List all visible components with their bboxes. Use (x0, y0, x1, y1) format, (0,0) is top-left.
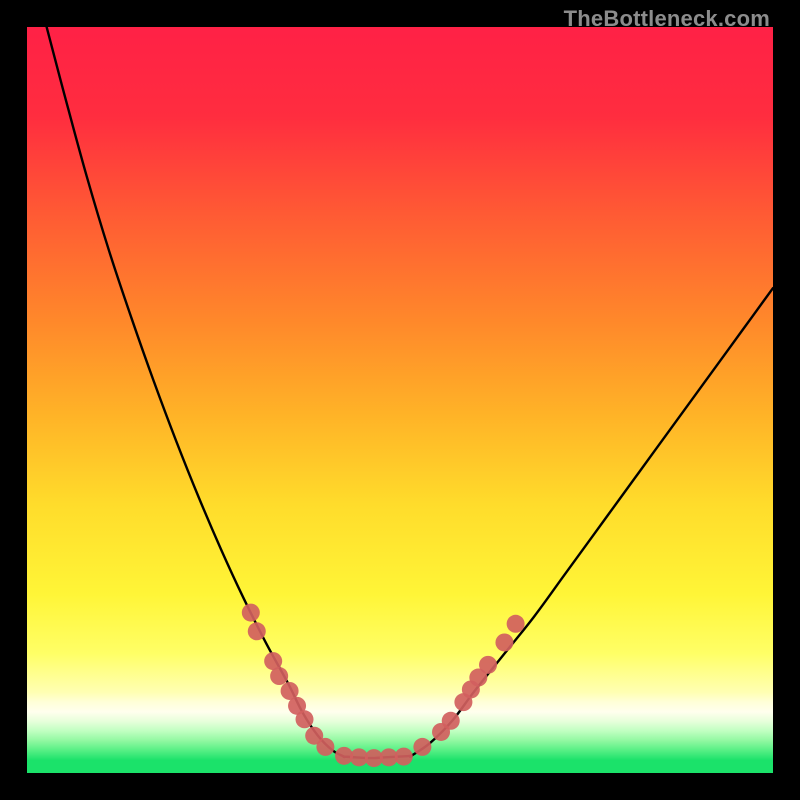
highlight-dot (296, 710, 314, 728)
plot-svg (27, 27, 773, 773)
highlight-dot (395, 748, 413, 766)
bottleneck-curve (46, 27, 773, 758)
highlight-dot (495, 633, 513, 651)
highlight-dot (413, 738, 431, 756)
highlight-dot (442, 712, 460, 730)
highlight-dots-group (242, 604, 525, 767)
highlight-dot (507, 615, 525, 633)
highlight-dot (242, 604, 260, 622)
plot-frame (27, 27, 773, 773)
highlight-dot (316, 738, 334, 756)
highlight-dot (270, 667, 288, 685)
highlight-dot (248, 622, 266, 640)
highlight-dot (479, 656, 497, 674)
watermark-text: TheBottleneck.com (564, 6, 770, 32)
